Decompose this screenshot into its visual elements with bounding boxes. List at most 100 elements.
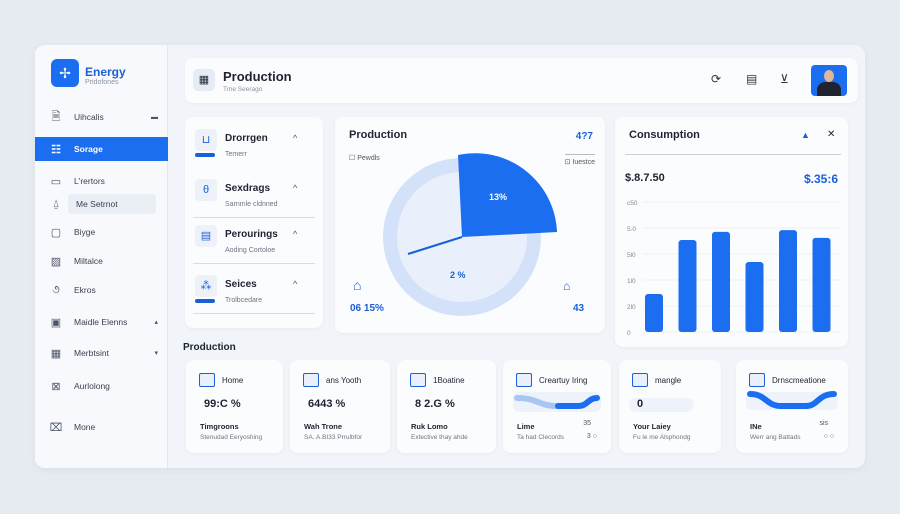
card-value: 8 2.G %	[415, 398, 455, 410]
card-stat: sis	[819, 420, 828, 427]
slice-label: 13%	[489, 192, 508, 202]
brand-subtitle: Pridofones	[85, 79, 119, 86]
card-description: SA. A.BI33 Prrulbfor	[304, 434, 363, 441]
metric-card[interactable]: mangle 0 Your Laiey Fu le me Alsphondg	[619, 360, 721, 453]
item-icon: ▤	[195, 225, 217, 247]
card-value: 99:C %	[204, 398, 241, 410]
sidebar-item[interactable]: ▣ Maidle Elenns ▴	[35, 310, 168, 334]
bar[interactable]	[779, 230, 797, 332]
divider	[193, 217, 315, 218]
y-tick-label: 1l0	[627, 278, 636, 285]
card-stat-2: ○ ○	[823, 433, 834, 440]
home-icon	[199, 373, 215, 387]
list-icon[interactable]: ▤	[746, 72, 757, 86]
bar[interactable]	[645, 294, 663, 332]
sidebar-item-label: Mone	[74, 422, 96, 432]
card-value: 6443 %	[308, 398, 346, 410]
card-stat: 35	[583, 420, 591, 427]
metric-card[interactable]: Creartuy Iring Lime Ta had Clecords 35 3 ○	[503, 360, 611, 453]
app-window: ✢ Energy Pridofones 🗎 Uihcalis ▬ ☷ Sorage ▭ L'…	[35, 45, 865, 468]
clock-icon	[749, 373, 765, 387]
image-icon	[632, 373, 648, 387]
card-name: Wah Trone	[304, 422, 343, 431]
brand-name: Energy	[85, 65, 126, 79]
donut-slice[interactable]	[458, 153, 557, 237]
sidebar-item-label: L'rertors	[74, 176, 105, 186]
sidebar-item[interactable]: ૭ Ekros	[35, 278, 168, 302]
tools-icon	[303, 373, 319, 387]
caret-icon[interactable]: ▴	[154, 318, 158, 326]
card-title: Drnscmeatione	[772, 376, 826, 385]
list-item-title: Drorrgen	[225, 133, 268, 144]
building-icon: ▦	[193, 69, 215, 91]
sidebar-item[interactable]: ⊠ Aurlolong	[35, 374, 168, 398]
sidebar-item[interactable]: ▨ Miltalce	[35, 249, 168, 273]
list-item-title: Sexdrags	[225, 183, 271, 194]
battery-icon: ☷	[51, 143, 61, 156]
bar[interactable]	[745, 262, 764, 332]
card-value: 0	[637, 398, 644, 410]
chart-icon: ▨	[50, 255, 62, 268]
donut-chart	[383, 153, 557, 316]
sidebar-item-label: Biyge	[74, 227, 96, 237]
sidebar-item-label: Sorage	[74, 144, 103, 154]
page-subtitle: Tme Seerago	[223, 86, 263, 93]
list-item-title: Seices	[225, 279, 257, 290]
inbox-icon[interactable]: ⊻	[780, 72, 789, 86]
factory-icon: ⌂	[563, 279, 571, 293]
caret-icon[interactable]: ▾	[154, 349, 158, 357]
document-icon: 🗎	[51, 110, 61, 123]
page-header: ▦ Production Tme Seerago ⟳ ▤ ⊻	[185, 58, 858, 103]
y-tick-label: 5l0	[627, 252, 636, 259]
card-title: ans Yooth	[326, 376, 362, 385]
card-name: INe	[750, 422, 762, 431]
y-tick-label: c50	[627, 200, 638, 207]
center-label: 2 %	[450, 270, 466, 280]
sidebar-item[interactable]: ⍙ Me Setrnot	[35, 192, 168, 216]
sidebar-item[interactable]: ☷ Sorage	[35, 137, 168, 161]
sidebar-item[interactable]: ▢ Biyge	[35, 220, 168, 244]
bell-icon: ⍙	[52, 197, 60, 210]
chevron-up-icon[interactable]: ^	[293, 183, 297, 193]
sidebar-item[interactable]: ▦ Merbtsint ▾	[35, 341, 168, 365]
list-item-subtitle: Sarnmle cldnned	[225, 201, 278, 208]
bar[interactable]	[812, 237, 831, 332]
chevron-up-icon[interactable]: ^	[293, 229, 297, 239]
item-icon: ⁂	[195, 275, 217, 297]
card-description: Stenudad Eeryoshing	[200, 434, 263, 441]
sidebar-item-label: Aurlolong	[74, 381, 110, 391]
metric-card[interactable]: Home 99:C % Timgroons Stenudad Eeryoshing	[186, 360, 283, 453]
eye-icon	[410, 373, 426, 387]
sidebar-item[interactable]: ▭ L'rertors	[35, 169, 168, 193]
left-value: 06 15%	[350, 303, 384, 314]
chevron-up-icon[interactable]: ^	[293, 133, 297, 143]
metric-card[interactable]: 1Boatine 8 2.G % Ruk Lomo Extective thay ah…	[397, 360, 496, 453]
card-stat-2: 3 ○	[586, 433, 597, 440]
card-description: Fu le me Alsphondg	[633, 434, 691, 441]
card-name: Timgroons	[200, 422, 239, 431]
grid-icon	[516, 373, 532, 387]
metric-card[interactable]: ans Yooth 6443 % Wah Trone SA. A.BI33 Prrul…	[290, 360, 390, 453]
list-item-title: Perourings	[225, 229, 278, 240]
sidebar: ✢ Energy Pridofones 🗎 Uihcalis ▬ ☷ Sorage ▭ L'…	[35, 45, 168, 468]
refresh-icon[interactable]: ⟳	[711, 72, 721, 86]
y-tick-label: 5.0	[627, 226, 636, 233]
bar[interactable]	[712, 231, 730, 332]
section-label: Production	[183, 342, 236, 353]
card-title: 1Boatine	[433, 376, 465, 385]
item-icon: ⊔	[195, 129, 217, 151]
spiral-icon: ૭	[52, 283, 60, 296]
card-title: Creartuy Iring	[539, 376, 588, 385]
sidebar-item[interactable]: 🗎 Uihcalis ▬	[35, 105, 168, 129]
metric-card[interactable]: Drnscmeatione INe Werr ang Battads sis ○ ○	[736, 360, 848, 453]
consumption-card: Consumption ▲ ✕ $.8.7.50 $.35:6 0 2l0 1l0 5…	[615, 117, 848, 347]
plug-icon: ⌧	[49, 421, 63, 434]
card-title: mangle	[655, 376, 682, 385]
page-title: Production	[223, 69, 292, 84]
sidebar-item[interactable]: ⌧ Mone	[35, 415, 168, 439]
caret-icon[interactable]: ▬	[151, 114, 158, 121]
bar[interactable]	[678, 239, 697, 332]
avatar[interactable]	[811, 65, 847, 96]
chevron-up-icon[interactable]: ^	[293, 279, 297, 289]
panel-icon: ▣	[50, 316, 62, 329]
